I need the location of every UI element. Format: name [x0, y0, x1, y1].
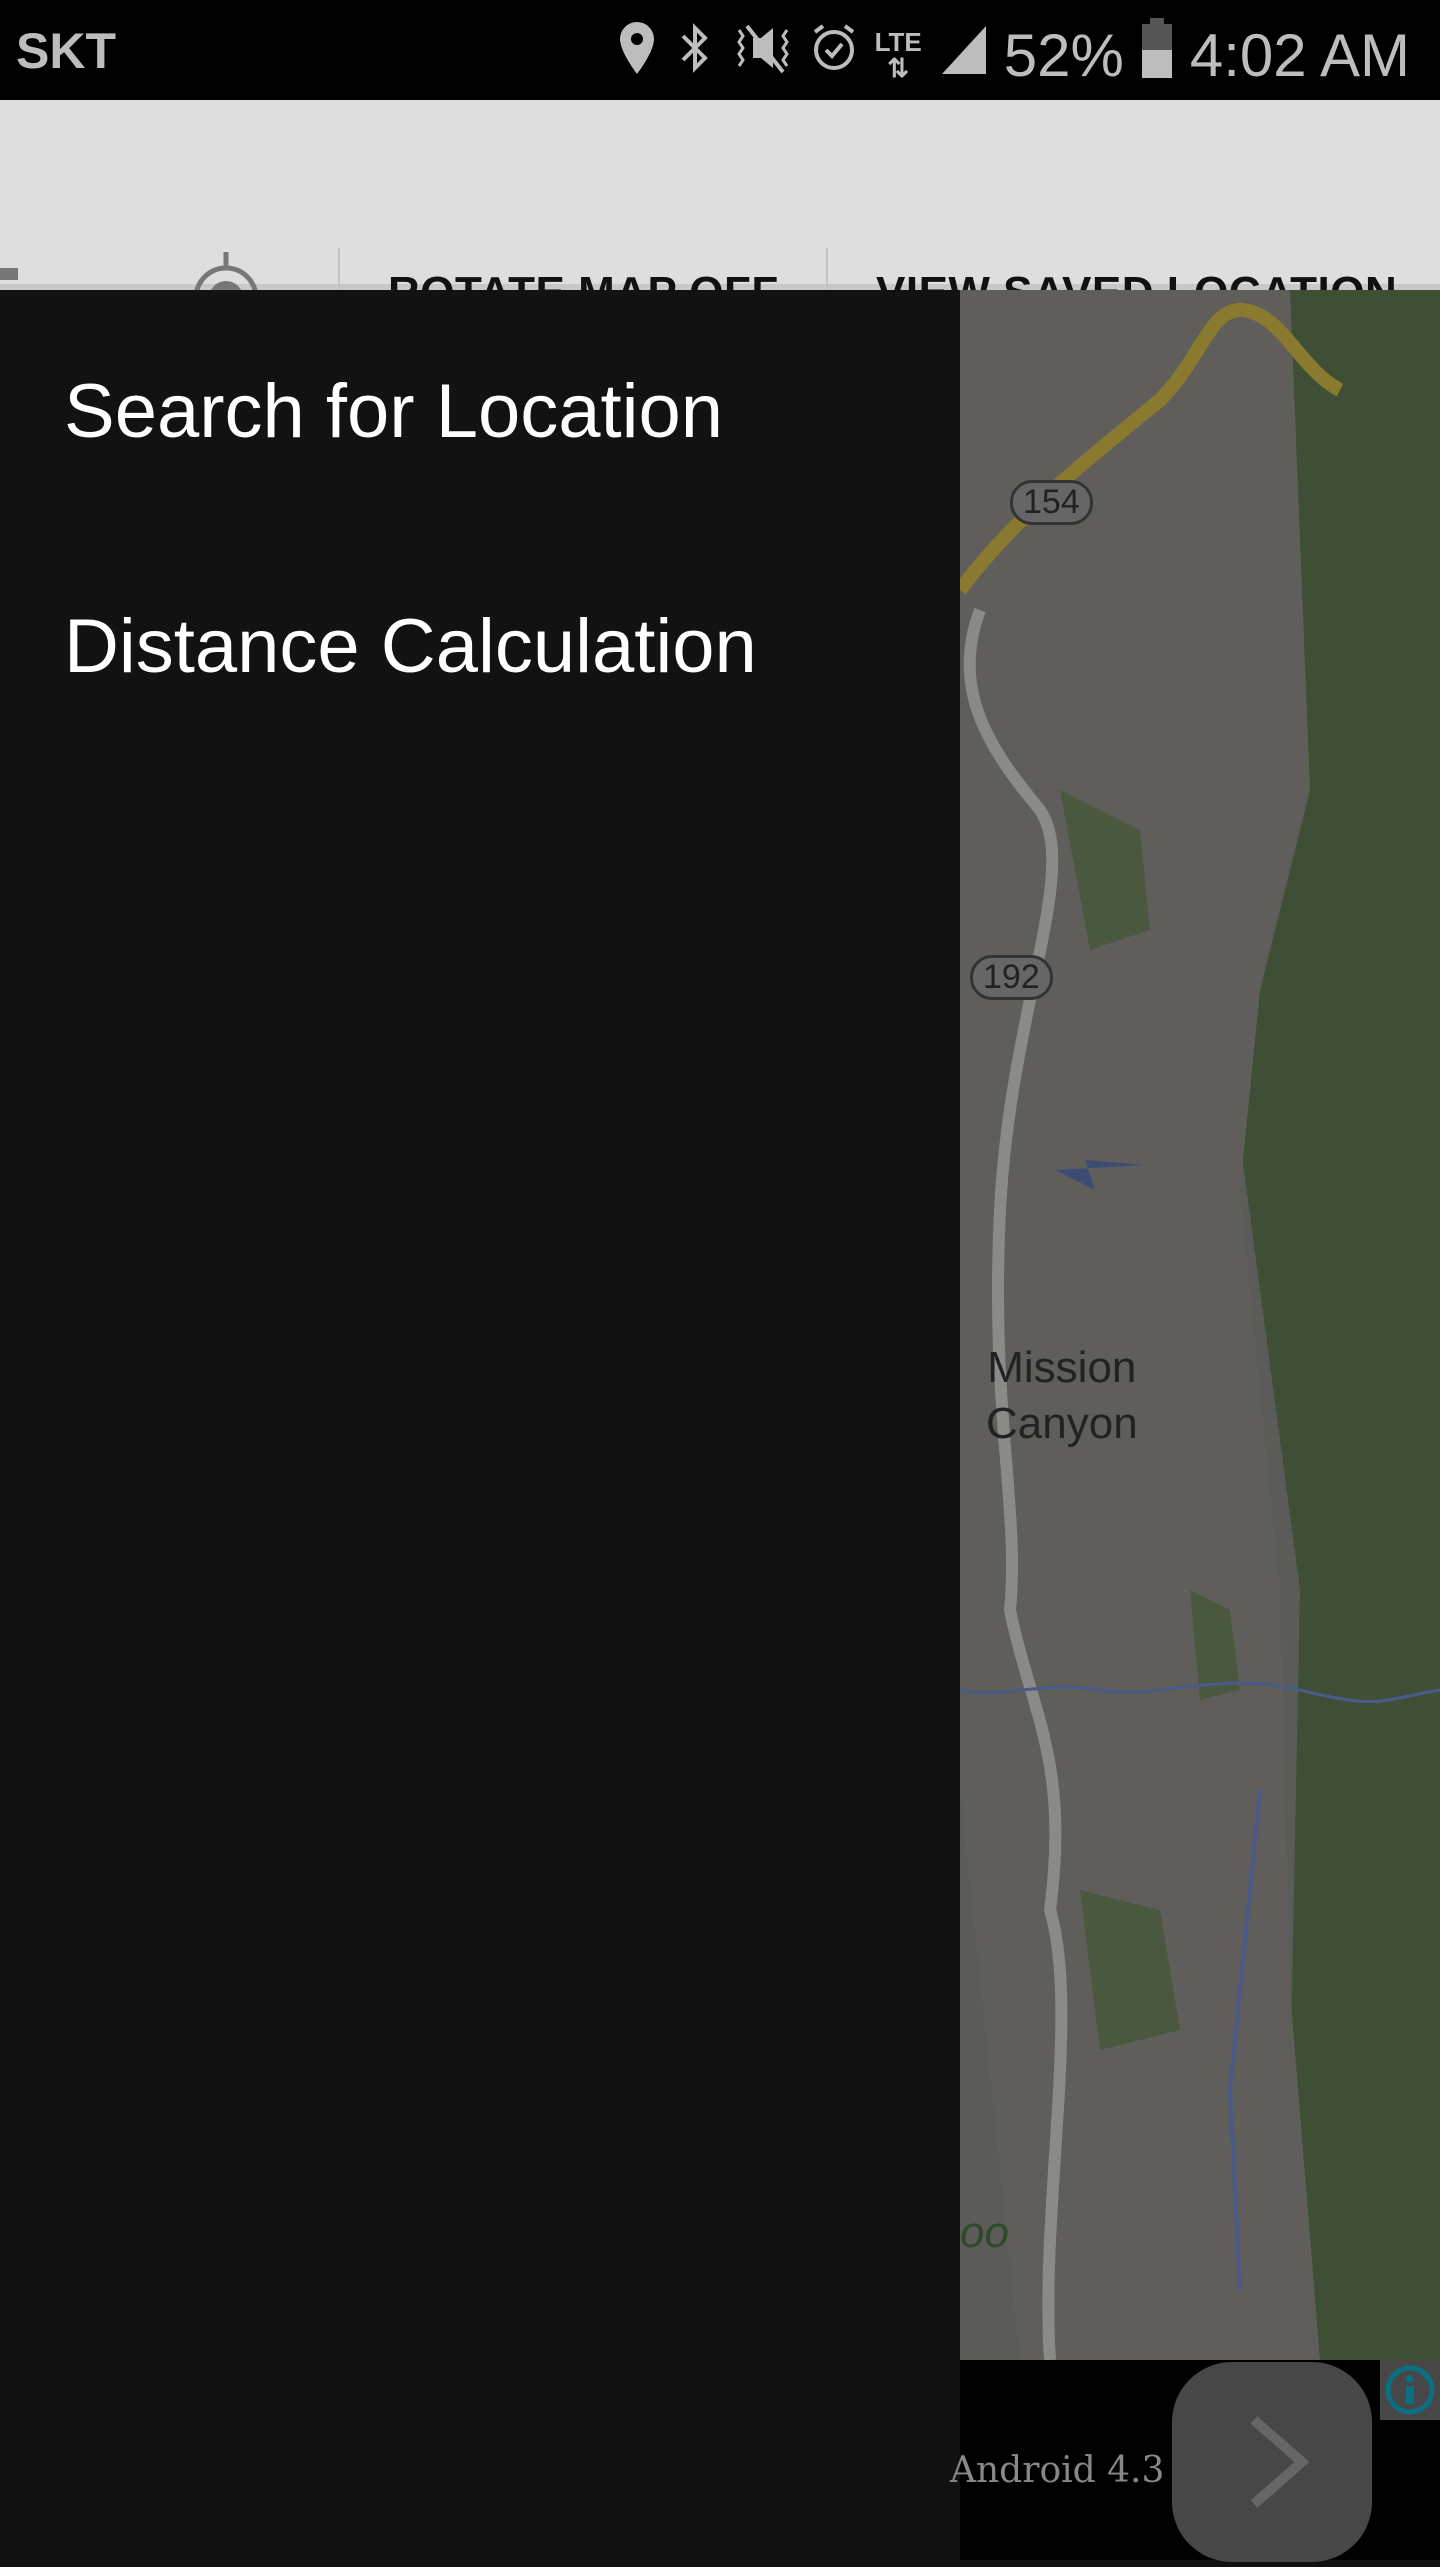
- vibrate-mute-icon: [733, 20, 793, 90]
- clock: 4:02 AM: [1189, 21, 1410, 89]
- info-icon: [1385, 2365, 1435, 2415]
- location-pin-icon: [617, 20, 657, 90]
- route-shield-192: 192: [970, 955, 1053, 1000]
- status-bar: SKT LTE ⇅ 52% 4:02 AM: [0, 0, 1440, 100]
- bluetooth-icon: [673, 20, 717, 90]
- signal-icon: [938, 20, 988, 90]
- map-view[interactable]: 154 192 Mission Canyon oo: [960, 290, 1440, 2360]
- ad-text: Android 4.3: [950, 2450, 1165, 2491]
- place-label: Mission Canyon: [986, 1343, 1138, 1448]
- drawer-item-search-location[interactable]: Search for Location: [64, 368, 723, 455]
- partial-place-label: oo: [960, 2208, 1009, 2257]
- route-shield-154: 154: [1010, 480, 1093, 525]
- navigation-drawer: Search for Location Distance Calculation: [0, 290, 960, 2560]
- lte-icon: LTE ⇅: [874, 27, 922, 83]
- battery-percent: 52%: [1003, 21, 1124, 89]
- toolbar: ROTATE MAP OFF VIEW SAVED LOCATION: [0, 100, 1440, 344]
- ad-banner[interactable]: Android 4.3: [950, 2360, 1440, 2562]
- map-terrain: [960, 290, 1440, 2360]
- drawer-item-distance-calculation[interactable]: Distance Calculation: [64, 603, 757, 690]
- ad-info-button[interactable]: [1380, 2360, 1440, 2420]
- alarm-icon: [809, 20, 859, 90]
- carrier-name: SKT: [16, 23, 116, 79]
- chevron-right-icon: [1250, 2416, 1310, 2508]
- battery-icon: [1140, 18, 1174, 92]
- ad-next-button[interactable]: [1172, 2362, 1372, 2562]
